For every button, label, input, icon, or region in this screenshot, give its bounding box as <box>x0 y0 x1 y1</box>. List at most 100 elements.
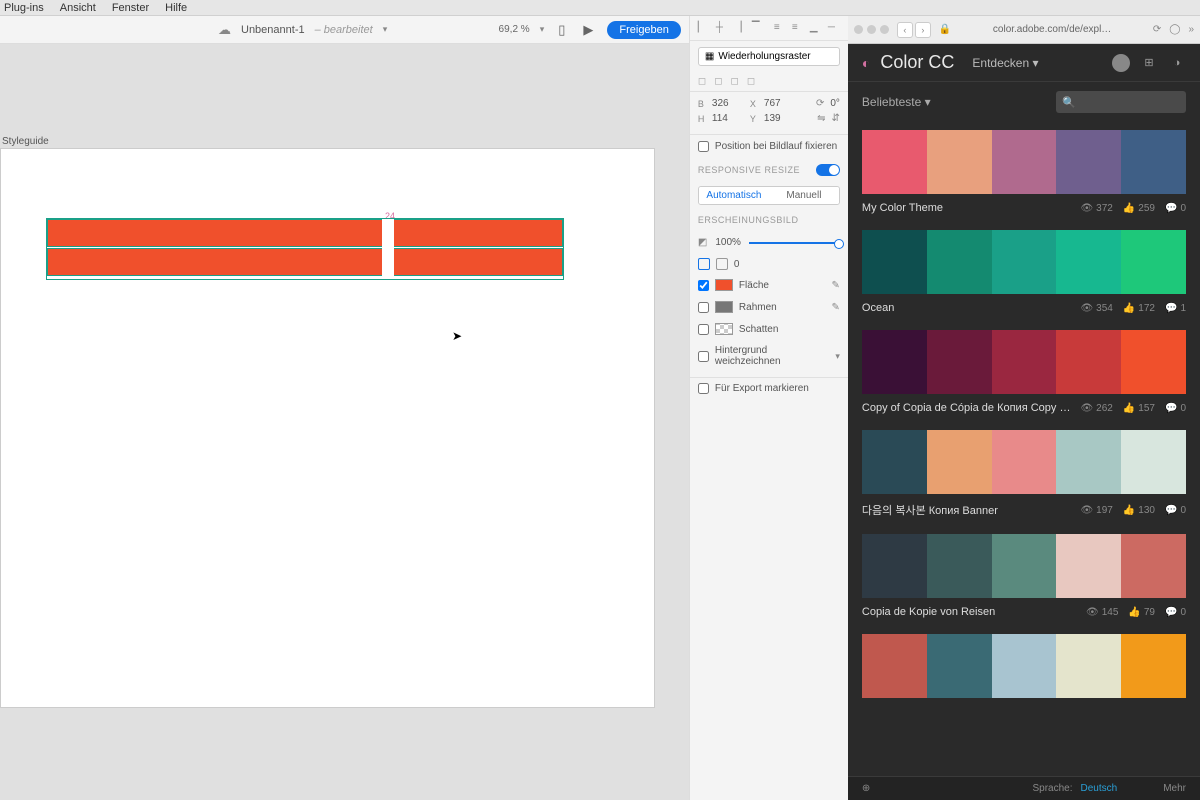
likes-stat[interactable]: 👍157 <box>1123 403 1155 414</box>
traffic-close-icon[interactable] <box>854 25 863 34</box>
traffic-max-icon[interactable] <box>880 25 889 34</box>
comments-stat[interactable]: 💬0 <box>1165 203 1186 214</box>
url-field[interactable]: color.adobe.com/de/expl… <box>959 24 1144 35</box>
swatch[interactable] <box>927 534 992 598</box>
colorcc-logo-icon[interactable]: ◐ <box>862 55 870 71</box>
blur-checkbox[interactable] <box>698 351 709 362</box>
more-link[interactable]: Mehr <box>1163 783 1186 794</box>
tabs-icon[interactable]: » <box>1188 24 1194 35</box>
apps-grid-icon[interactable]: ⊞ <box>1140 56 1158 69</box>
swatch[interactable] <box>1121 634 1186 698</box>
lock-scroll-input[interactable] <box>698 141 709 152</box>
shadow-swatch[interactable] <box>715 323 733 335</box>
color-theme[interactable]: My Color Theme👁372👍259💬0 <box>862 130 1186 214</box>
swatch[interactable] <box>927 330 992 394</box>
swatch[interactable] <box>927 130 992 194</box>
swatch[interactable] <box>862 430 927 494</box>
height-value[interactable]: 114 <box>712 113 744 124</box>
nav-back-button[interactable]: ‹ <box>897 22 913 38</box>
swatch[interactable] <box>1056 430 1121 494</box>
opacity-value[interactable]: 100% <box>715 237 741 248</box>
likes-stat[interactable]: 👍79 <box>1128 607 1155 618</box>
shape-rectangle[interactable] <box>47 248 563 276</box>
likes-stat[interactable]: 👍172 <box>1123 303 1155 314</box>
resize-auto-button[interactable]: Automatisch <box>699 187 769 204</box>
likes-stat[interactable]: 👍259 <box>1123 203 1155 214</box>
language-select[interactable]: Deutsch <box>1081 783 1118 794</box>
width-value[interactable]: 326 <box>712 98 744 109</box>
doc-menu-chevron-icon[interactable]: ▾ <box>383 24 388 35</box>
eyedropper-icon[interactable]: ✎ <box>832 302 840 313</box>
color-theme[interactable]: 다음의 복사본 Копия Banner👁197👍130💬0 <box>862 430 1186 518</box>
flip-v-icon[interactable]: ⇵ <box>832 113 840 124</box>
exclude-icon[interactable]: ◻ <box>747 76 755 87</box>
cc-cloud-icon[interactable]: ◑ <box>1168 57 1186 69</box>
swatch[interactable] <box>1056 634 1121 698</box>
swatch[interactable] <box>1121 330 1186 394</box>
swatch[interactable] <box>862 330 927 394</box>
swatch[interactable] <box>862 534 927 598</box>
blur-chevron-icon[interactable]: ▾ <box>835 351 840 362</box>
traffic-min-icon[interactable] <box>867 25 876 34</box>
x-value[interactable]: 767 <box>764 98 796 109</box>
comments-stat[interactable]: 💬1 <box>1165 303 1186 314</box>
color-theme[interactable] <box>862 634 1186 698</box>
intersect-icon[interactable]: ◻ <box>731 76 739 87</box>
border-swatch[interactable] <box>715 301 733 313</box>
lock-scroll-checkbox[interactable]: Position bei Bildlauf fixieren <box>698 141 840 152</box>
swatch[interactable] <box>1056 330 1121 394</box>
resize-manual-button[interactable]: Manuell <box>769 187 839 204</box>
responsive-toggle[interactable] <box>816 164 840 176</box>
comments-stat[interactable]: 💬0 <box>1165 403 1186 414</box>
fill-checkbox[interactable] <box>698 280 709 291</box>
comments-stat[interactable]: 💬0 <box>1165 505 1186 516</box>
swatch[interactable] <box>992 634 1057 698</box>
swatch[interactable] <box>992 534 1057 598</box>
column-gap-indicator[interactable] <box>382 219 394 277</box>
swatch[interactable] <box>992 130 1057 194</box>
color-theme[interactable]: Copy of Copia de Cópia de Копия Copy …👁2… <box>862 330 1186 414</box>
subtract-icon[interactable]: ◻ <box>714 76 722 87</box>
align-center-h-icon[interactable]: ┼ <box>716 22 728 34</box>
opacity-slider[interactable] <box>749 242 840 244</box>
nav-forward-button[interactable]: › <box>915 22 931 38</box>
align-top-icon[interactable]: ▔ <box>752 22 764 34</box>
artboard-label[interactable]: Styleguide <box>2 136 49 147</box>
corner-radius-value[interactable]: 0 <box>734 259 740 270</box>
eyedropper-icon[interactable]: ✎ <box>832 280 840 291</box>
artboard[interactable]: 24 ➤ <box>0 148 655 708</box>
document-title[interactable]: Unbenannt-1 <box>241 24 305 36</box>
align-right-icon[interactable]: ▕ <box>734 22 746 34</box>
search-field[interactable] <box>1080 95 1180 110</box>
swatch[interactable] <box>1056 534 1121 598</box>
border-checkbox[interactable] <box>698 302 709 313</box>
flip-h-icon[interactable]: ⇋ <box>817 113 825 124</box>
y-value[interactable]: 139 <box>764 113 796 124</box>
swatch[interactable] <box>862 230 927 294</box>
swatch[interactable] <box>927 430 992 494</box>
comments-stat[interactable]: 💬0 <box>1165 607 1186 618</box>
resize-mode-segment[interactable]: Automatisch Manuell <box>698 186 840 205</box>
corner-independent-icon[interactable] <box>716 258 728 270</box>
corner-same-icon[interactable] <box>698 258 710 270</box>
swatch[interactable] <box>1121 230 1186 294</box>
swatch[interactable] <box>1056 130 1121 194</box>
export-checkbox[interactable] <box>698 383 709 394</box>
sort-popular-dropdown[interactable]: Beliebteste ▾ <box>862 95 931 109</box>
swatch[interactable] <box>992 330 1057 394</box>
webclip-icon[interactable]: ◯ <box>1169 24 1180 35</box>
color-theme[interactable]: Ocean👁354👍172💬1 <box>862 230 1186 314</box>
shadow-checkbox[interactable] <box>698 324 709 335</box>
canvas[interactable]: Styleguide 24 ➤ <box>0 44 689 800</box>
region-icon[interactable]: ⊕ <box>862 783 870 794</box>
reload-icon[interactable]: ⟳ <box>1153 24 1161 35</box>
device-preview-icon[interactable]: ▯ <box>554 22 569 38</box>
align-left-icon[interactable]: ▏ <box>698 22 710 34</box>
selected-repeat-grid[interactable]: 24 ➤ <box>47 219 563 279</box>
menu-plugins[interactable]: Plug-ins <box>4 2 44 14</box>
shape-rectangle[interactable] <box>47 219 563 247</box>
align-center-v-icon[interactable]: ─ <box>828 22 840 34</box>
swatch[interactable] <box>1056 230 1121 294</box>
zoom-level[interactable]: 69,2 % <box>499 24 530 35</box>
add-icon[interactable]: ◻ <box>698 76 706 87</box>
